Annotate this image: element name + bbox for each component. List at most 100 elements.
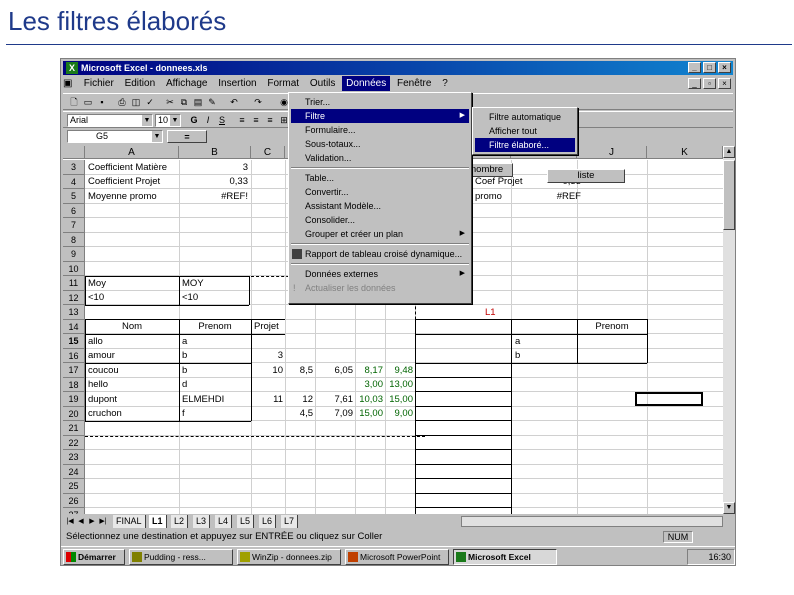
row-header-10[interactable]: 10 <box>63 261 85 276</box>
column-header-j[interactable]: J <box>577 146 647 159</box>
column-header-a[interactable]: A <box>85 146 179 159</box>
sheet-tab-final[interactable]: FINAL <box>113 515 146 528</box>
menu-item-table[interactable]: Table... <box>291 171 469 185</box>
cell-b15[interactable]: ELMEHDI <box>180 393 250 407</box>
bold-button[interactable]: G <box>187 114 201 127</box>
cell-g13[interactable]: 9,48 <box>385 364 415 378</box>
formula-equals-button[interactable]: = <box>167 130 207 143</box>
align-left-icon[interactable]: ≡ <box>235 114 249 127</box>
sheet-tab-l1[interactable]: L1 <box>149 515 167 528</box>
doc-icon[interactable]: ▣ <box>63 76 77 91</box>
menu-edition[interactable]: Edition <box>121 76 160 91</box>
cell-a16[interactable]: cruchon <box>86 407 178 421</box>
cell-d16[interactable]: 4,5 <box>285 407 315 421</box>
cell-f13[interactable]: 8,17 <box>355 364 385 378</box>
row-header-27[interactable]: 27 <box>63 508 85 514</box>
select-all-corner[interactable] <box>63 146 85 159</box>
chevron-down-icon[interactable]: ▼ <box>170 115 180 126</box>
row-header-6[interactable]: 6 <box>63 203 85 218</box>
spelling-icon[interactable]: ✓ <box>143 96 157 109</box>
last-sheet-icon[interactable]: ▶| <box>98 516 108 527</box>
undo-icon[interactable]: ↶ <box>227 96 241 109</box>
cell-b7[interactable]: MOY <box>180 277 248 291</box>
doc-close-button[interactable]: × <box>718 78 731 89</box>
cell-i4[interactable]: Coef Projet <box>473 175 523 189</box>
task-excel[interactable]: Microsoft Excel <box>453 549 557 565</box>
row-header-13[interactable]: 13 <box>63 305 85 320</box>
row-header-22[interactable]: 22 <box>63 435 85 450</box>
cell-a15[interactable]: dupont <box>86 393 178 407</box>
align-right-icon[interactable]: ≡ <box>263 114 277 127</box>
cell-b8[interactable]: <10 <box>180 291 248 305</box>
cell-a12[interactable]: amour <box>86 349 178 363</box>
cell-c10[interactable]: Projet <box>252 320 288 334</box>
cell-b10[interactable]: Prenom <box>180 320 250 334</box>
menu-help[interactable]: ? <box>438 76 452 91</box>
doc-minimize-button[interactable]: _ <box>688 78 701 89</box>
task-pudding[interactable]: Pudding - ress... <box>129 549 233 565</box>
row-header-16[interactable]: 16 <box>63 348 85 363</box>
cell-a4[interactable]: Coefficient Projet <box>86 175 178 189</box>
menu-item-trier[interactable]: Trier... <box>291 95 469 109</box>
name-box[interactable]: G5 ▼ <box>67 130 163 143</box>
first-sheet-icon[interactable]: |◀ <box>65 516 75 527</box>
menu-format[interactable]: Format <box>263 76 303 91</box>
menu-item-grouper[interactable]: Grouper et créer un plan ▶ <box>291 227 469 241</box>
task-winzip[interactable]: WinZip - donnees.zip <box>237 549 341 565</box>
cell-j11[interactable]: a <box>513 335 573 349</box>
cell-a14[interactable]: hello <box>86 378 178 392</box>
cell-f15[interactable]: 10,03 <box>355 393 385 407</box>
menu-insertion[interactable]: Insertion <box>214 76 260 91</box>
cell-i5[interactable]: promo <box>473 190 523 204</box>
cell-e15[interactable]: 7,61 <box>315 393 355 407</box>
copy-icon[interactable]: ⧉ <box>177 96 191 109</box>
column-header-b[interactable]: B <box>179 146 251 159</box>
row-header-17[interactable]: 17 <box>63 363 85 378</box>
scroll-up-icon[interactable]: ▲ <box>723 146 735 158</box>
align-center-icon[interactable]: ≡ <box>249 114 263 127</box>
cell-b4[interactable]: 0,33 <box>180 175 250 189</box>
vertical-scrollbar[interactable]: ▲ ▼ <box>723 146 735 514</box>
redo-icon[interactable]: ↷ <box>251 96 265 109</box>
menu-item-rapport-tcd[interactable]: Rapport de tableau croisé dynamique... <box>291 247 469 261</box>
task-powerpoint[interactable]: Microsoft PowerPoint <box>345 549 449 565</box>
menu-fichier[interactable]: Fichier <box>80 76 118 91</box>
scroll-down-icon[interactable]: ▼ <box>723 502 735 514</box>
row-header-8[interactable]: 8 <box>63 232 85 247</box>
row-header-20[interactable]: 20 <box>63 406 85 421</box>
row-header-5[interactable]: 5 <box>63 189 85 204</box>
sheet-tab-l6[interactable]: L6 <box>259 515 277 528</box>
cell-e13[interactable]: 6,05 <box>315 364 355 378</box>
row-header-21[interactable]: 21 <box>63 421 85 436</box>
menu-item-convertir[interactable]: Convertir... <box>291 185 469 199</box>
menu-item-assistant-modele[interactable]: Assistant Modèle... <box>291 199 469 213</box>
font-name-select[interactable]: Arial ▼ <box>67 114 153 127</box>
cell-g16[interactable]: 9,00 <box>385 407 415 421</box>
cell-j12[interactable]: b <box>513 349 573 363</box>
menu-outils[interactable]: Outils <box>306 76 340 91</box>
open-icon[interactable]: ▭ <box>81 96 95 109</box>
paste-icon[interactable]: ▤ <box>191 96 205 109</box>
cell-c13[interactable]: 10 <box>252 364 285 378</box>
maximize-button[interactable]: □ <box>703 62 716 73</box>
window-titlebar[interactable]: X Microsoft Excel - donnees.xls _ □ × <box>63 61 733 75</box>
cell-c15[interactable]: 11 <box>252 393 285 407</box>
sheet-tab-l2[interactable]: L2 <box>171 515 189 528</box>
row-header-24[interactable]: 24 <box>63 464 85 479</box>
font-size-select[interactable]: 10 ▼ <box>155 114 181 127</box>
italic-button[interactable]: I <box>201 114 215 127</box>
row-header-9[interactable]: 9 <box>63 247 85 262</box>
cut-icon[interactable]: ✂ <box>163 96 177 109</box>
row-header-14[interactable]: 14 <box>63 319 85 334</box>
next-sheet-icon[interactable]: ▶ <box>87 516 97 527</box>
row-header-11[interactable]: 11 <box>63 276 85 291</box>
menu-item-afficher-tout[interactable]: Afficher tout <box>475 124 575 138</box>
menu-item-formulaire[interactable]: Formulaire... <box>291 123 469 137</box>
cell-g14[interactable]: 13,00 <box>385 378 415 392</box>
sheet-tab-l4[interactable]: L4 <box>215 515 233 528</box>
menu-item-filtre[interactable]: Filtre ▶ <box>291 109 469 123</box>
menu-item-filtre-automatique[interactable]: Filtre automatique <box>475 110 575 124</box>
close-button[interactable]: × <box>718 62 731 73</box>
menu-fenetre[interactable]: Fenêtre <box>393 76 435 91</box>
menu-item-sous-totaux[interactable]: Sous-totaux... <box>291 137 469 151</box>
